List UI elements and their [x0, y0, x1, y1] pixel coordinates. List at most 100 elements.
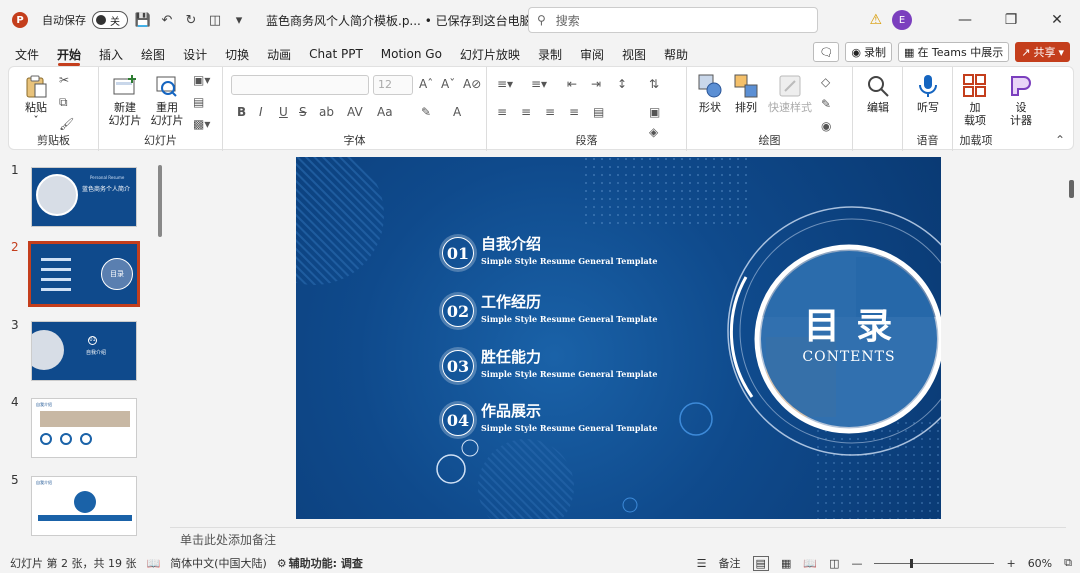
- tab-1[interactable]: 开始: [48, 42, 90, 66]
- font-name-select[interactable]: [231, 75, 369, 95]
- zoom-level[interactable]: 60%: [1028, 557, 1052, 570]
- paste-button[interactable]: 粘贴 ˇ: [19, 73, 53, 127]
- shadow-icon[interactable]: ab: [319, 105, 334, 119]
- fit-to-window-icon[interactable]: ⧉: [1064, 556, 1072, 570]
- new-slide-button[interactable]: 新建 幻灯片: [105, 73, 145, 127]
- effects-icon[interactable]: ◉: [821, 119, 831, 133]
- tab-13[interactable]: 帮助: [655, 42, 697, 66]
- slide-thumbnail-4[interactable]: 自我介绍: [31, 398, 137, 458]
- tab-4[interactable]: 设计: [174, 42, 216, 66]
- editing-button[interactable]: 编辑: [859, 73, 897, 114]
- present-icon[interactable]: ◫: [206, 11, 224, 29]
- slide-sorter-icon[interactable]: ▦: [781, 557, 791, 570]
- align-right-icon[interactable]: ≡: [545, 105, 555, 119]
- language-status[interactable]: 简体中文(中国大陆): [170, 555, 267, 571]
- text-direction-icon[interactable]: ⇅: [649, 77, 659, 91]
- line-spacing-icon[interactable]: ↕: [617, 77, 627, 91]
- case-icon[interactable]: Aa: [377, 105, 393, 119]
- tab-2[interactable]: 插入: [90, 42, 132, 66]
- reset-icon[interactable]: ▤: [193, 95, 204, 109]
- decrease-indent-icon[interactable]: ⇤: [567, 77, 577, 91]
- slide-thumbnail-2[interactable]: 目录: [28, 241, 140, 307]
- avatar[interactable]: E: [892, 10, 912, 30]
- slideshow-icon[interactable]: ◫: [829, 557, 839, 570]
- increase-font-icon[interactable]: Aˆ: [419, 77, 433, 91]
- save-icon[interactable]: 💾: [134, 11, 152, 29]
- italic-icon[interactable]: I: [259, 105, 263, 119]
- share-button[interactable]: ↗ 共享 ▾: [1015, 42, 1070, 62]
- teams-present-button[interactable]: ▦ 在 Teams 中展示: [898, 42, 1010, 62]
- undo-icon[interactable]: ↶: [158, 11, 176, 29]
- columns-icon[interactable]: ▤: [593, 105, 604, 119]
- tab-10[interactable]: 录制: [529, 42, 571, 66]
- notes-toggle[interactable]: 备注: [719, 555, 741, 571]
- close-icon[interactable]: ✕: [1034, 12, 1080, 28]
- tab-9[interactable]: 幻灯片放映: [451, 42, 529, 66]
- copy-icon[interactable]: ⧉: [59, 95, 68, 110]
- customize-quick-access-icon[interactable]: ▾: [230, 11, 248, 29]
- tab-5[interactable]: 切换: [216, 42, 258, 66]
- zoom-out-icon[interactable]: —: [851, 557, 862, 570]
- align-text-icon[interactable]: ▣: [649, 105, 660, 119]
- strikethrough-icon[interactable]: S: [299, 105, 307, 119]
- designer-button[interactable]: 设 计器: [1003, 73, 1039, 127]
- outline-icon[interactable]: ✎: [821, 97, 831, 111]
- slide-thumbnail-3[interactable]: 01 自我介绍: [31, 321, 137, 381]
- spacing-icon[interactable]: AV: [347, 105, 363, 119]
- layout-icon[interactable]: ▣▾: [193, 73, 210, 87]
- align-center-icon[interactable]: ≡: [521, 105, 531, 119]
- slide-scrollbar[interactable]: [1069, 180, 1074, 198]
- reuse-slide-button[interactable]: 重用 幻灯片: [149, 73, 185, 127]
- spellcheck-icon[interactable]: 📖: [146, 557, 160, 570]
- tab-8[interactable]: Motion Go: [372, 42, 451, 66]
- tab-6[interactable]: 动画: [258, 42, 300, 66]
- addins-button[interactable]: 加 载项: [957, 73, 993, 127]
- shape-button[interactable]: 形状: [693, 73, 727, 114]
- search-box[interactable]: ⚲ 搜索: [528, 7, 818, 33]
- justify-icon[interactable]: ≡: [569, 105, 579, 119]
- accessibility-status[interactable]: 辅助功能: 调查: [289, 555, 363, 571]
- zoom-in-icon[interactable]: +: [1006, 557, 1015, 570]
- tab-11[interactable]: 审阅: [571, 42, 613, 66]
- restore-icon[interactable]: ❐: [988, 12, 1034, 28]
- redo-icon[interactable]: ↻: [182, 11, 200, 29]
- format-painter-icon[interactable]: 🖌: [59, 117, 74, 131]
- notes-icon[interactable]: ☰: [697, 557, 707, 570]
- font-size-select[interactable]: 12: [373, 75, 413, 95]
- dictate-button[interactable]: 听写: [909, 73, 947, 114]
- underline-icon[interactable]: U: [279, 105, 288, 119]
- tab-12[interactable]: 视图: [613, 42, 655, 66]
- document-title[interactable]: 蓝色商务风个人简介模板.p... • 已保存到这台电脑: [266, 12, 532, 29]
- tab-0[interactable]: 文件: [6, 42, 48, 66]
- record-button[interactable]: ◉ 录制: [845, 42, 893, 62]
- comments-button[interactable]: 🗨: [813, 42, 840, 62]
- normal-view-icon[interactable]: ▤: [752, 555, 769, 571]
- arrange-button[interactable]: 排列: [729, 73, 763, 114]
- decrease-font-icon[interactable]: Aˇ: [441, 77, 455, 91]
- slide-thumbnail-5[interactable]: 自我介绍: [31, 476, 137, 536]
- slide-thumbnail-1[interactable]: 蓝色商务个人简介 Personal Resume: [31, 167, 137, 227]
- accessibility-icon[interactable]: ⚙: [277, 557, 287, 570]
- numbering-icon[interactable]: ≡▾: [531, 77, 547, 91]
- minimize-icon[interactable]: —: [942, 12, 988, 28]
- collapse-ribbon-icon[interactable]: ⌃: [1055, 133, 1065, 147]
- highlight-icon[interactable]: ✎: [421, 105, 431, 119]
- autosave-toggle[interactable]: 关: [92, 11, 128, 29]
- tab-3[interactable]: 绘图: [132, 42, 174, 66]
- warning-icon[interactable]: ⚠: [869, 12, 882, 28]
- font-color-icon[interactable]: A: [453, 105, 461, 119]
- thumbnail-scrollbar[interactable]: [158, 165, 162, 237]
- clear-format-icon[interactable]: A⊘: [463, 77, 481, 91]
- slide-canvas[interactable]: 目 录 CONTENTS 01 自我介绍 Simple Style Resume G…: [296, 157, 941, 519]
- zoom-slider-knob[interactable]: [910, 558, 914, 568]
- section-icon[interactable]: ▩▾: [193, 117, 210, 131]
- reading-view-icon[interactable]: 📖: [803, 557, 817, 570]
- align-left-icon[interactable]: ≡: [497, 105, 507, 119]
- cut-icon[interactable]: ✂: [59, 73, 69, 87]
- fill-icon[interactable]: ◇: [821, 75, 830, 89]
- increase-indent-icon[interactable]: ⇥: [591, 77, 601, 91]
- bold-icon[interactable]: B: [237, 105, 246, 119]
- tab-7[interactable]: Chat PPT: [300, 42, 372, 66]
- bullets-icon[interactable]: ≡▾: [497, 77, 513, 91]
- notes-pane[interactable]: 单击此处添加备注: [170, 527, 1066, 551]
